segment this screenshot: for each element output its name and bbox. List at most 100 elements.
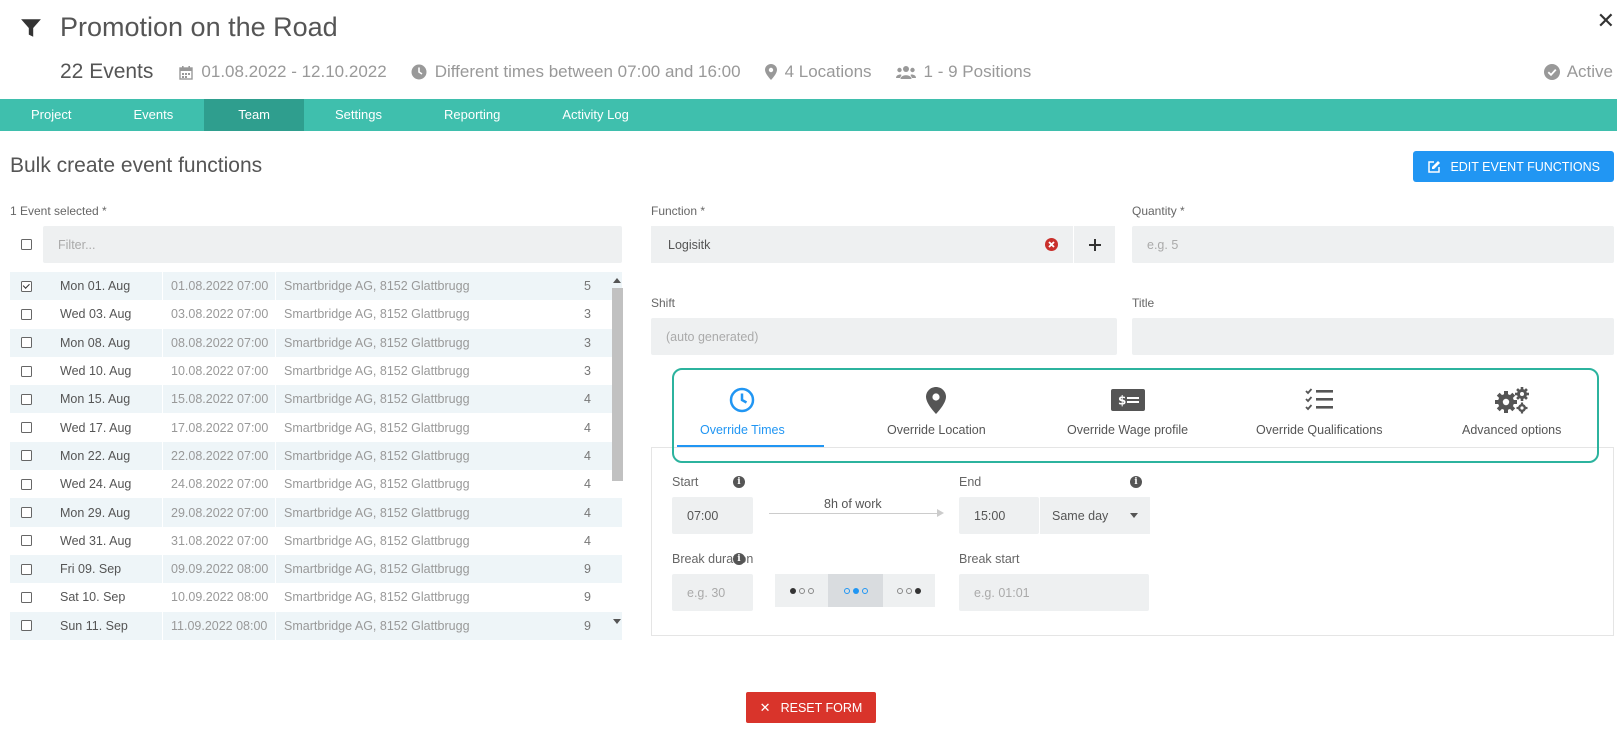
event-day: Fri 09. Sep <box>43 554 163 584</box>
day-select-value: Same day <box>1052 508 1109 523</box>
event-checkbox[interactable] <box>21 507 32 519</box>
break-start-input[interactable]: e.g. 01:01 <box>959 574 1149 611</box>
tab-activity-log[interactable]: Activity Log <box>531 99 659 131</box>
reset-form-button[interactable]: ✕ RESET FORM <box>746 692 876 723</box>
event-datetime: 29.08.2022 07:00 <box>163 498 276 527</box>
event-datetime: 31.08.2022 07:00 <box>163 526 276 555</box>
break-duration-info-icon[interactable]: i <box>733 553 745 565</box>
event-day: Wed 24. Aug <box>43 470 163 499</box>
event-count: 3 <box>584 364 591 379</box>
event-row[interactable]: Sun 11. Sep 11.09.2022 08:00 Smartbridge A… <box>10 611 622 640</box>
event-row[interactable]: Sat 10. Sep 10.09.2022 08:00 Smartbridge A… <box>10 583 622 612</box>
event-checkbox[interactable] <box>21 478 32 490</box>
tab-events[interactable]: Events <box>102 99 204 131</box>
event-location: Smartbridge AG, 8152 Glattbrugg <box>284 335 470 350</box>
tab-team[interactable]: Team <box>204 99 305 131</box>
tab-settings[interactable]: Settings <box>304 99 413 131</box>
header-title-row: Promotion on the Road <box>20 12 338 43</box>
check-circle-icon <box>1543 64 1560 80</box>
add-function-button[interactable] <box>1073 226 1115 263</box>
event-location: Smartbridge AG, 8152 Glattbrugg <box>284 477 470 492</box>
event-datetime: 11.09.2022 08:00 <box>163 611 276 640</box>
end-info-icon[interactable]: i <box>1130 476 1142 488</box>
scroll-down-arrow[interactable] <box>613 619 621 624</box>
event-datetime: 01.08.2022 07:00 <box>163 272 276 301</box>
edit-icon <box>1428 160 1441 173</box>
start-time-input[interactable]: 07:00 <box>672 497 753 534</box>
event-checkbox[interactable] <box>21 563 32 575</box>
event-checkbox[interactable] <box>21 422 32 434</box>
times: Different times between 07:00 and 16:00 <box>411 62 741 82</box>
scroll-up-arrow[interactable] <box>613 278 621 283</box>
times-text: Different times between 07:00 and 16:00 <box>434 62 741 81</box>
edit-event-functions-label: EDIT EVENT FUNCTIONS <box>1450 159 1600 174</box>
event-checkbox[interactable] <box>21 280 32 292</box>
events-scrollbar[interactable] <box>610 272 624 632</box>
caret-down-icon <box>1130 513 1138 518</box>
event-checkbox[interactable] <box>21 337 32 349</box>
event-checkbox[interactable] <box>21 365 32 377</box>
users-icon <box>895 65 916 79</box>
event-count: 5 <box>584 279 591 294</box>
event-datetime: 24.08.2022 07:00 <box>163 470 276 499</box>
positions: 1 - 9 Positions <box>895 62 1032 82</box>
event-checkbox[interactable] <box>21 535 32 547</box>
event-row[interactable]: Wed 17. Aug 17.08.2022 07:00 Smartbridge A… <box>10 413 622 442</box>
event-location: Smartbridge AG, 8152 Glattbrugg <box>284 618 470 633</box>
event-day: Sun 11. Sep <box>43 611 163 640</box>
edit-event-functions-button[interactable]: EDIT EVENT FUNCTIONS <box>1413 151 1614 182</box>
break-duration-input[interactable]: e.g. 30 <box>672 574 753 611</box>
quantity-input[interactable]: e.g. 5 <box>1132 226 1614 263</box>
date-range-text: 01.08.2022 - 12.10.2022 <box>201 62 387 81</box>
event-checkbox[interactable] <box>21 620 32 632</box>
event-row[interactable]: Mon 15. Aug 15.08.2022 07:00 Smartbridge A… <box>10 385 622 414</box>
status-badge: Active <box>1543 62 1613 82</box>
select-all-checkbox[interactable] <box>21 239 32 250</box>
section-heading: Bulk create event functions <box>10 154 263 177</box>
event-location: Smartbridge AG, 8152 Glattbrugg <box>284 279 470 294</box>
clear-icon <box>1044 238 1058 251</box>
event-row[interactable]: Fri 09. Sep 09.09.2022 08:00 Smartbridge A… <box>10 554 622 584</box>
event-row[interactable]: Wed 10. Aug 10.08.2022 07:00 Smartbridge A… <box>10 356 622 386</box>
scroll-thumb[interactable] <box>612 288 623 481</box>
work-duration-label: 8h of work <box>824 497 882 511</box>
event-location: Smartbridge AG, 8152 Glattbrugg <box>284 533 470 548</box>
event-row[interactable]: Wed 24. Aug 24.08.2022 07:00 Smartbridge A… <box>10 470 622 499</box>
tab-reporting[interactable]: Reporting <box>413 99 531 131</box>
event-row[interactable]: Wed 03. Aug 03.08.2022 07:00 Smartbridge A… <box>10 300 622 329</box>
function-value: Logisitk <box>668 237 711 252</box>
title-input[interactable] <box>1132 318 1614 355</box>
positions-text: 1 - 9 Positions <box>923 62 1032 81</box>
event-row[interactable]: Wed 31. Aug 31.08.2022 07:00 Smartbridge A… <box>10 526 622 555</box>
clear-function-button[interactable] <box>1029 238 1073 251</box>
event-row[interactable]: Mon 08. Aug 08.08.2022 07:00 Smartbridge A… <box>10 328 622 357</box>
break-start-label: Break start <box>959 552 1020 566</box>
event-row[interactable]: Mon 01. Aug 01.08.2022 07:00 Smartbridge A… <box>10 272 622 301</box>
event-checkbox[interactable] <box>21 308 32 320</box>
close-icon: ✕ <box>759 699 771 715</box>
event-row[interactable]: Mon 29. Aug 29.08.2022 07:00 Smartbridge A… <box>10 498 622 527</box>
status-text: Active <box>1566 62 1613 81</box>
break-position-end[interactable] <box>883 574 935 607</box>
events-selected-label: 1 Event selected * <box>10 204 107 218</box>
event-checkbox[interactable] <box>21 393 32 405</box>
day-select[interactable]: Same day <box>1039 497 1150 534</box>
break-position-middle[interactable] <box>828 574 883 607</box>
event-checkbox[interactable] <box>21 591 32 603</box>
start-info-icon[interactable]: i <box>733 476 745 488</box>
end-time-input[interactable]: 15:00 <box>959 497 1039 534</box>
shift-input[interactable]: (auto generated) <box>651 318 1117 355</box>
event-location: Smartbridge AG, 8152 Glattbrugg <box>284 448 470 463</box>
close-button[interactable]: ✕ <box>1597 8 1615 34</box>
work-duration-arrow <box>769 513 941 514</box>
break-position-start[interactable] <box>775 574 828 607</box>
event-row[interactable]: Mon 22. Aug 22.08.2022 07:00 Smartbridge A… <box>10 441 622 471</box>
event-count: 4 <box>584 477 591 492</box>
events-filter-input[interactable]: Filter... <box>43 226 622 263</box>
event-day: Mon 29. Aug <box>43 498 163 527</box>
function-select[interactable]: Logisitk <box>651 226 1115 263</box>
events-list: Mon 01. Aug 01.08.2022 07:00 Smartbridge A… <box>10 272 622 640</box>
tab-project[interactable]: Project <box>0 99 102 131</box>
header-meta: 22 Events 01.08.2022 - 12.10.2022 Differ… <box>60 60 1055 84</box>
event-checkbox[interactable] <box>21 450 32 462</box>
